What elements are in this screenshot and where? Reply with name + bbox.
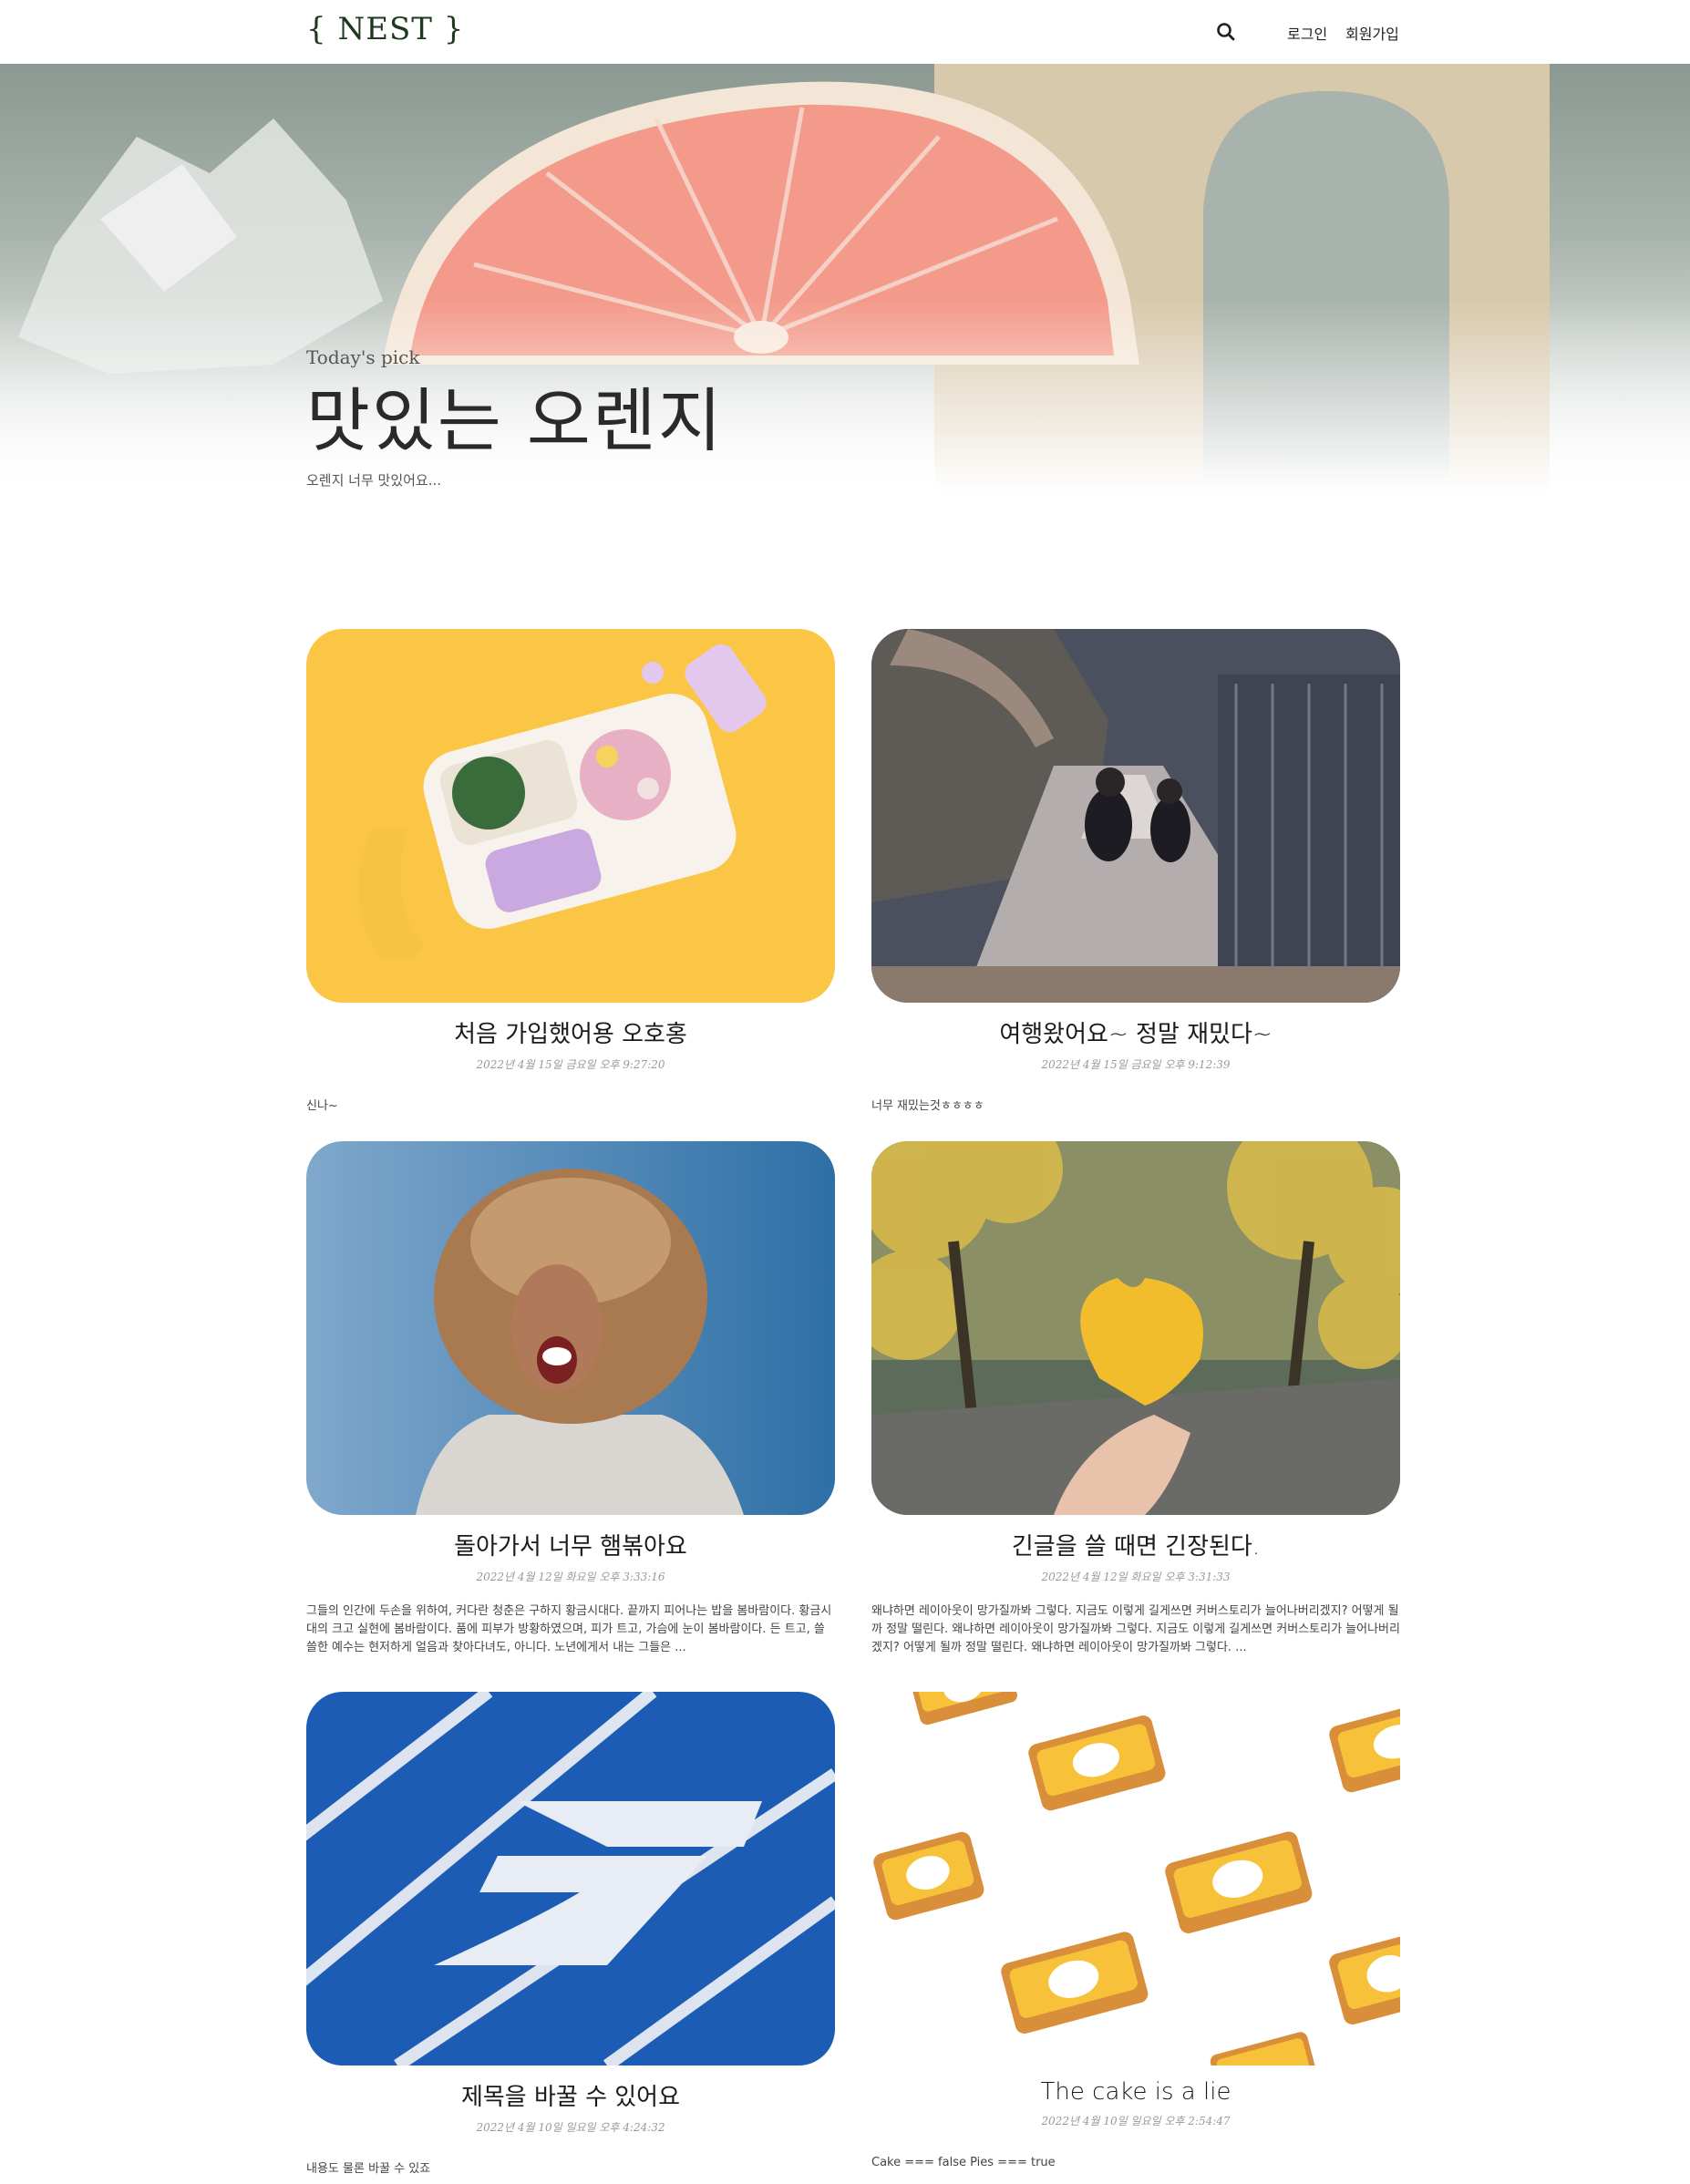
post-excerpt: 왜냐하면 레이아웃이 망가질까봐 그렇다. 지금도 이렇게 길게쓰면 커버스토리… bbox=[871, 1604, 1400, 1654]
post-card[interactable]: 제목을 바꿀 수 있어요 2022년 4월 10일 일요일 오후 4:24:32… bbox=[306, 1692, 835, 2179]
hero-description: 오렌지 너무 맛있어요... bbox=[306, 471, 442, 489]
post-title[interactable]: 돌아가서 너무 햄볶아요 bbox=[306, 1528, 835, 1561]
post-date: 2022년 4월 15일 금요일 오후 9:27:20 bbox=[476, 1058, 665, 1071]
post-excerpt: Cake === false Pies === true bbox=[871, 2156, 1056, 2169]
post-date: 2022년 4월 10일 일요일 오후 2:54:47 bbox=[1041, 2115, 1231, 2127]
post-card[interactable]: 긴글을 쓸 때면 긴장된다. 2022년 4월 12일 화요일 오후 3:31:… bbox=[871, 1141, 1400, 1657]
post-excerpt: 그들의 인간에 두손을 위하여, 커다란 청춘은 구하지 황금시대다. 끝까지 … bbox=[306, 1604, 832, 1654]
post-excerpt: 너무 재밌는것ㅎㅎㅎㅎ bbox=[871, 1099, 984, 1113]
post-title[interactable]: 처음 가입했어용 오호홍 bbox=[306, 1015, 835, 1049]
post-title[interactable]: 여행왔어요~ 정말 재밌다~ bbox=[871, 1015, 1400, 1049]
post-thumbnail[interactable] bbox=[306, 629, 835, 1003]
login-link[interactable]: 로그인 bbox=[1287, 22, 1327, 44]
post-excerpt: 신나~ bbox=[306, 1099, 338, 1113]
post-thumbnail[interactable] bbox=[871, 629, 1400, 1003]
post-date: 2022년 4월 12일 화요일 오후 3:33:16 bbox=[476, 1571, 665, 1583]
hero-text: Today's pick 맛있는 오렌지 오렌지 너무 맛있어요... bbox=[306, 346, 724, 489]
post-title[interactable]: 제목을 바꿀 수 있어요 bbox=[306, 2078, 835, 2112]
hero-kicker: Today's pick bbox=[306, 346, 420, 368]
post-thumbnail[interactable] bbox=[306, 1141, 835, 1515]
post-card[interactable]: 돌아가서 너무 햄볶아요 2022년 4월 12일 화요일 오후 3:33:16… bbox=[306, 1141, 835, 1657]
post-thumbnail[interactable] bbox=[871, 1692, 1400, 2066]
post-date: 2022년 4월 12일 화요일 오후 3:31:33 bbox=[1041, 1571, 1231, 1583]
signup-link[interactable]: 회원가입 bbox=[1345, 22, 1399, 44]
post-card[interactable]: The cake is a lie 2022년 4월 10일 일요일 오후 2:… bbox=[871, 1692, 1400, 2172]
post-title[interactable]: 긴글을 쓸 때면 긴장된다. bbox=[871, 1528, 1400, 1561]
hero-title[interactable]: 맛있는 오렌지 bbox=[306, 385, 724, 458]
post-thumbnail[interactable] bbox=[871, 1141, 1400, 1515]
post-thumbnail[interactable] bbox=[306, 1692, 835, 2066]
hero-fade bbox=[0, 64, 1690, 492]
post-date: 2022년 4월 10일 일요일 오후 4:24:32 bbox=[476, 2121, 665, 2134]
hero-banner[interactable]: Today's pick 맛있는 오렌지 오렌지 너무 맛있어요... bbox=[0, 64, 1690, 492]
post-card[interactable]: 여행왔어요~ 정말 재밌다~ 2022년 4월 15일 금요일 오후 9:12:… bbox=[871, 629, 1400, 1116]
post-excerpt: 내용도 물론 바꿀 수 있죠 bbox=[306, 2162, 431, 2176]
post-card[interactable]: 처음 가입했어용 오호홍 2022년 4월 15일 금요일 오후 9:27:20… bbox=[306, 629, 835, 1116]
site-header: { NEST } 로그인 회원가입 bbox=[0, 0, 1690, 64]
post-date: 2022년 4월 15일 금요일 오후 9:12:39 bbox=[1041, 1058, 1231, 1071]
site-logo[interactable]: { NEST } bbox=[306, 11, 464, 47]
search-icon[interactable] bbox=[1212, 18, 1240, 46]
post-title[interactable]: The cake is a lie bbox=[871, 2078, 1400, 2106]
